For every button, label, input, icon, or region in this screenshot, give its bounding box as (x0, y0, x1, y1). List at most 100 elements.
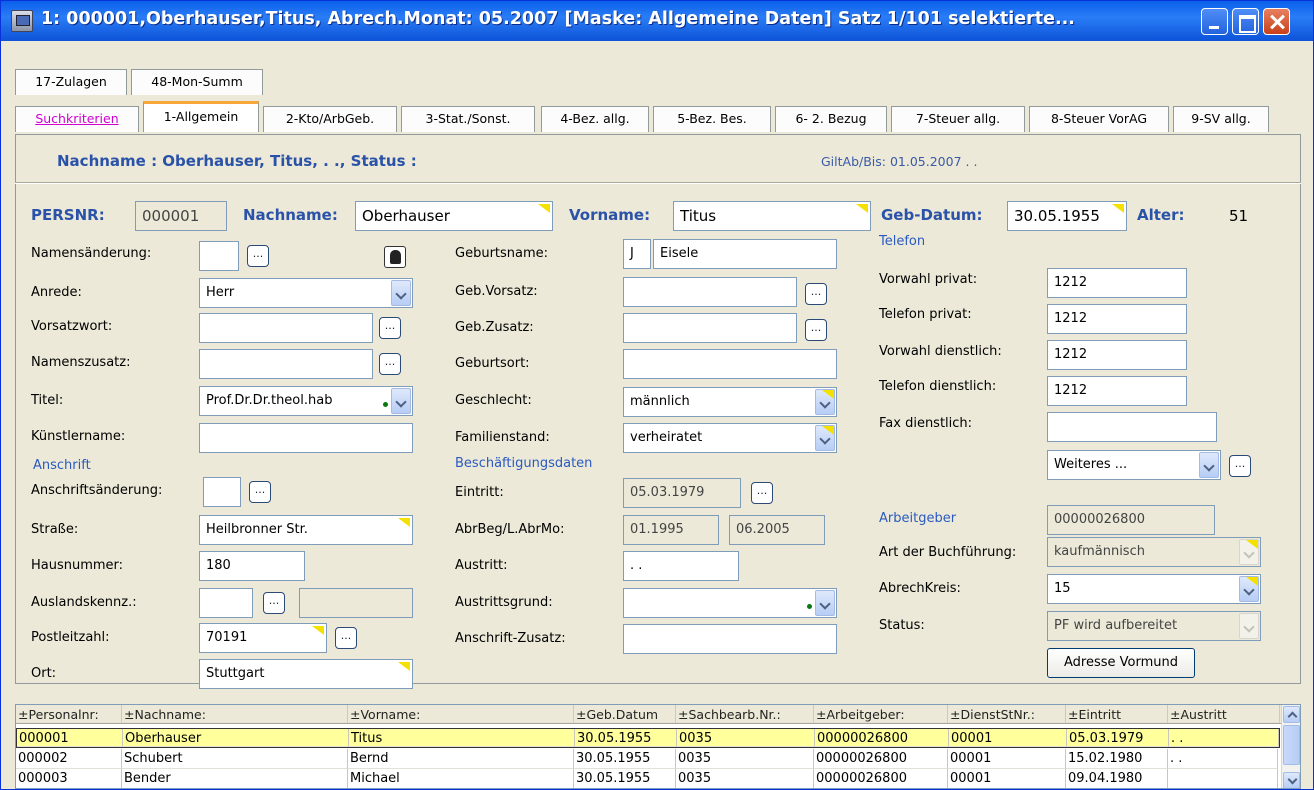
tab-bez-allg[interactable]: 4-Bez. allg. (541, 106, 649, 132)
ort-field[interactable]: Stuttgart (199, 659, 413, 689)
tab-bez-bes[interactable]: 5-Bez. Bes. (653, 106, 771, 132)
app-window: 1: 000001,Oberhauser,Titus, Abrech.Monat… (0, 0, 1314, 790)
table-row[interactable]: 000001 Oberhauser Titus 30.05.1955 0035 … (16, 728, 1280, 748)
anrede-select[interactable]: Herr (199, 278, 413, 308)
geb-vorsatz-browse-button[interactable]: ... (805, 283, 827, 305)
anschriftsaenderung-browse-button[interactable]: ... (249, 481, 271, 503)
eintritt-field[interactable]: 05.03.1979 (623, 478, 741, 508)
vertical-scrollbar[interactable] (1281, 705, 1300, 788)
column-header[interactable]: ±Vorname: (348, 705, 574, 723)
tab-2-bezug[interactable]: 6- 2. Bezug (775, 106, 887, 132)
labrmo-field[interactable]: 06.2005 (729, 515, 825, 545)
namensaenderung-field[interactable] (199, 241, 239, 271)
tab-suchkriterien[interactable]: Suchkriterien (15, 106, 139, 132)
table-row[interactable]: 000002 Schubert Bernd 30.05.1955 0035 00… (16, 749, 1280, 769)
familienstand-select[interactable]: verheiratet (623, 423, 837, 453)
hausnummer-field[interactable]: 180 (199, 551, 305, 581)
namenszusatz-field[interactable] (199, 349, 373, 379)
column-header[interactable]: ±Arbeitgeber: (814, 705, 948, 723)
chevron-down-icon[interactable] (1199, 452, 1219, 478)
chevron-down-icon[interactable] (391, 280, 411, 306)
plz-field[interactable]: 70191 (199, 623, 327, 653)
photo-icon[interactable] (384, 246, 406, 268)
column-header[interactable]: ±Eintritt (1066, 705, 1168, 723)
chevron-down-icon[interactable] (1239, 613, 1259, 639)
titel-select[interactable]: Prof.Dr.Dr.theol.hab (199, 386, 413, 416)
namensaenderung-browse-button[interactable]: ... (247, 245, 269, 267)
buchfuehrung-select[interactable]: kaufmännisch (1047, 537, 1261, 567)
table-cell (1168, 769, 1278, 788)
vorsatzwort-browse-button[interactable]: ... (379, 317, 401, 339)
column-header[interactable]: ±Nachname: (122, 705, 348, 723)
tab-allgemein[interactable]: 1-Allgemein (143, 101, 259, 132)
table-row[interactable]: 000003 Bender Michael 30.05.1955 0035 00… (16, 769, 1280, 788)
alter-label: Alter: (1137, 206, 1185, 224)
chevron-down-icon[interactable] (391, 388, 411, 414)
app-icon[interactable] (11, 10, 33, 32)
auslandskennz-field[interactable] (199, 588, 253, 618)
anschrift-zusatz-field[interactable] (623, 624, 837, 654)
tab-mon-summ[interactable]: 48-Mon-Summ (131, 69, 263, 95)
column-header[interactable]: ±Austritt (1168, 705, 1280, 723)
tab-zulagen[interactable]: 17-Zulagen (15, 69, 127, 95)
tab-sv-allg[interactable]: 9-SV allg. (1173, 106, 1269, 132)
persnr-field[interactable]: 000001 (135, 201, 227, 231)
strasse-field[interactable]: Heilbronner Str. (199, 515, 413, 545)
chevron-down-icon[interactable] (815, 425, 835, 451)
auslandskennz-browse-button[interactable]: ... (263, 592, 285, 614)
chevron-down-icon[interactable] (815, 590, 835, 616)
geb-datum-field[interactable]: 30.05.1955 (1007, 201, 1127, 231)
geburtsname-field[interactable]: Eisele (653, 239, 837, 269)
arbeitgeber-field[interactable]: 00000026800 (1047, 505, 1215, 535)
geb-zusatz-browse-button[interactable]: ... (805, 319, 827, 341)
table-cell: 00000026800 (815, 729, 949, 747)
chevron-down-icon[interactable] (815, 389, 835, 415)
scroll-down-icon[interactable] (1283, 772, 1300, 788)
scroll-thumb[interactable] (1283, 725, 1300, 765)
weiteres-browse-button[interactable]: ... (1229, 455, 1251, 477)
fax-field[interactable] (1047, 412, 1217, 442)
table-cell: Schubert (122, 749, 348, 769)
weiteres-select[interactable]: Weiteres ... (1047, 450, 1221, 480)
title-bar[interactable]: 1: 000001,Oberhauser,Titus, Abrech.Monat… (1, 1, 1313, 41)
vorname-field[interactable]: Titus (673, 201, 871, 231)
name-headline: Nachname : Oberhauser, Titus, . ., Statu… (57, 152, 417, 170)
tab-steuer-allg[interactable]: 7-Steuer allg. (891, 106, 1025, 132)
austrittsgrund-select[interactable] (623, 588, 837, 618)
chevron-down-icon[interactable] (1239, 539, 1259, 565)
tab-kto-arbgeb[interactable]: 2-Kto/ArbGeb. (263, 106, 397, 132)
abrbeg-field[interactable]: 01.1995 (623, 515, 719, 545)
adresse-vormund-button[interactable]: Adresse Vormund (1047, 648, 1195, 678)
telefon-section-label: Telefon (879, 234, 926, 249)
nachname-field[interactable]: Oberhauser (355, 201, 553, 231)
vorwahl-privat-field[interactable]: 1212 (1047, 268, 1187, 298)
abrechkreis-select[interactable]: 15 (1047, 574, 1261, 604)
geb-zusatz-field[interactable] (623, 313, 797, 343)
vorwahl-dienst-field[interactable]: 1212 (1047, 340, 1187, 370)
kuenstlername-field[interactable] (199, 423, 413, 453)
vorsatzwort-field[interactable] (199, 313, 373, 343)
telefon-privat-field[interactable]: 1212 (1047, 304, 1187, 334)
eintritt-browse-button[interactable]: ... (751, 482, 773, 504)
minimize-button[interactable] (1201, 8, 1228, 35)
status-select[interactable]: PF wird aufbereitet (1047, 611, 1261, 641)
geburtsort-field[interactable] (623, 349, 837, 379)
close-button[interactable] (1263, 8, 1290, 35)
column-header[interactable]: ±DienstStNr.: (948, 705, 1066, 723)
tab-steuer-vorag[interactable]: 8-Steuer VorAG (1029, 106, 1169, 132)
telefon-dienst-field[interactable]: 1212 (1047, 376, 1187, 406)
geburtsname-prefix-field[interactable]: J (623, 239, 651, 269)
maximize-button[interactable] (1232, 8, 1259, 35)
geschlecht-select[interactable]: männlich (623, 387, 837, 417)
namenszusatz-browse-button[interactable]: ... (379, 353, 401, 375)
chevron-down-icon[interactable] (1239, 576, 1259, 602)
austritt-field[interactable]: . . (623, 551, 739, 581)
column-header[interactable]: ±Geb.Datum (574, 705, 676, 723)
plz-browse-button[interactable]: ... (335, 627, 357, 649)
column-header[interactable]: ±Sachbearb.Nr.: (676, 705, 814, 723)
geb-vorsatz-field[interactable] (623, 277, 797, 307)
column-header[interactable]: ±Personalnr: (16, 705, 122, 723)
anschriftsaenderung-field[interactable] (203, 477, 241, 507)
scroll-up-icon[interactable] (1283, 706, 1300, 723)
tab-stat-sonst[interactable]: 3-Stat./Sonst. (401, 106, 535, 132)
